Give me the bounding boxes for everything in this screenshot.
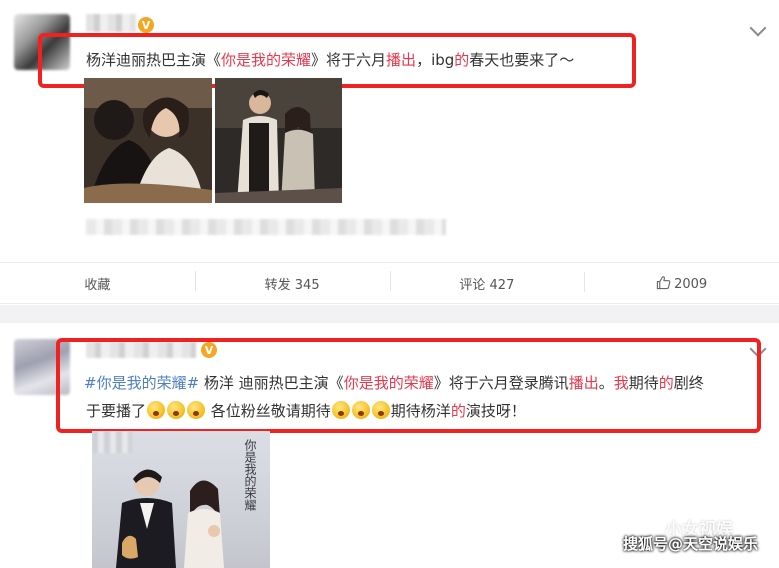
like-count: 2009 xyxy=(674,276,708,292)
post-text-line-1: #你是我的荣耀# 杨洋 迪丽热巴主演《你是我的荣耀》将于六月登录腾讯播出。我期待… xyxy=(84,372,704,393)
text-segment: 演技呀！ xyxy=(465,402,526,420)
post-text-line-2: 于要播了 各位粉丝敬请期待 期待杨洋的演技呀！ xyxy=(86,400,526,421)
text-segment: 各位粉丝敬请期待 xyxy=(206,402,331,420)
text-segment: 播出 xyxy=(386,51,417,69)
comment-label: 评论 427 xyxy=(459,277,515,293)
comment-button[interactable]: 评论 427 xyxy=(389,270,585,293)
text-segment: 你是我的荣耀 xyxy=(221,51,312,69)
username-blurred[interactable] xyxy=(86,14,136,32)
emoji-icon xyxy=(331,401,350,419)
hashtag-link[interactable]: #你是我的荣耀# xyxy=(84,374,199,392)
text-segment: 的 xyxy=(454,51,470,69)
favorite-label: 收藏 xyxy=(84,277,111,293)
text-segment: 剧终 xyxy=(673,374,704,392)
post-action-bar: 收藏 转发 345 评论 427 2009 xyxy=(0,262,779,304)
like-button[interactable]: 2009 xyxy=(584,271,779,292)
emoji-icon xyxy=(187,401,206,419)
watermark-source: 搜狐号@天空说娱乐 xyxy=(623,535,759,553)
post-image-1[interactable] xyxy=(84,78,212,203)
emoji-icon xyxy=(167,401,186,419)
text-segment: ，ibg xyxy=(416,51,455,69)
text-segment: 的 xyxy=(658,374,674,392)
text-segment: 我 xyxy=(613,374,629,392)
text-segment: 》将于六月登录腾讯 xyxy=(433,374,569,392)
chevron-down-icon[interactable] xyxy=(749,19,767,37)
favorite-button[interactable]: 收藏 xyxy=(0,274,195,293)
text-segment: 期待 xyxy=(628,374,659,392)
text-segment: 》将于六月 xyxy=(311,51,387,69)
repost-label: 转发 345 xyxy=(264,277,320,293)
text-segment: 。 xyxy=(598,374,614,392)
text-segment: 你是我的荣耀 xyxy=(343,374,434,392)
text-segment: 播出 xyxy=(568,374,599,392)
text-segment: 杨洋迪丽热巴主演《 xyxy=(86,51,222,69)
emoji-icon xyxy=(351,401,370,419)
emoji-icon xyxy=(147,401,166,419)
text-segment: 春天也要来了～ xyxy=(469,51,575,69)
text-segment: 的 xyxy=(450,402,466,420)
post-text: 杨洋迪丽热巴主演《你是我的荣耀》将于六月播出，ibg的春天也要来了～ xyxy=(86,49,574,70)
text-segment: 于要播了 xyxy=(86,402,147,420)
caption-blurred xyxy=(86,219,446,235)
post-image-2[interactable] xyxy=(215,78,342,203)
emoji-icon xyxy=(371,401,390,419)
weibo-post-1: V 杨洋迪丽热巴主演《你是我的荣耀》将于六月播出，ibg的春天也要来了～ xyxy=(0,0,779,262)
thumbs-up-icon xyxy=(656,275,671,289)
feed-divider xyxy=(0,305,779,323)
post-image-poster[interactable]: 你是我的荣耀 xyxy=(92,431,270,568)
repost-button[interactable]: 转发 345 xyxy=(194,270,390,293)
verified-badge-icon: V xyxy=(138,17,154,33)
text-segment: 杨洋 迪丽热巴主演《 xyxy=(199,374,344,392)
weibo-post-2: V #你是我的荣耀# 杨洋 迪丽热巴主演《你是我的荣耀》将于六月登录腾讯播出。我… xyxy=(0,323,779,568)
text-segment: 期待杨洋 xyxy=(390,402,451,420)
